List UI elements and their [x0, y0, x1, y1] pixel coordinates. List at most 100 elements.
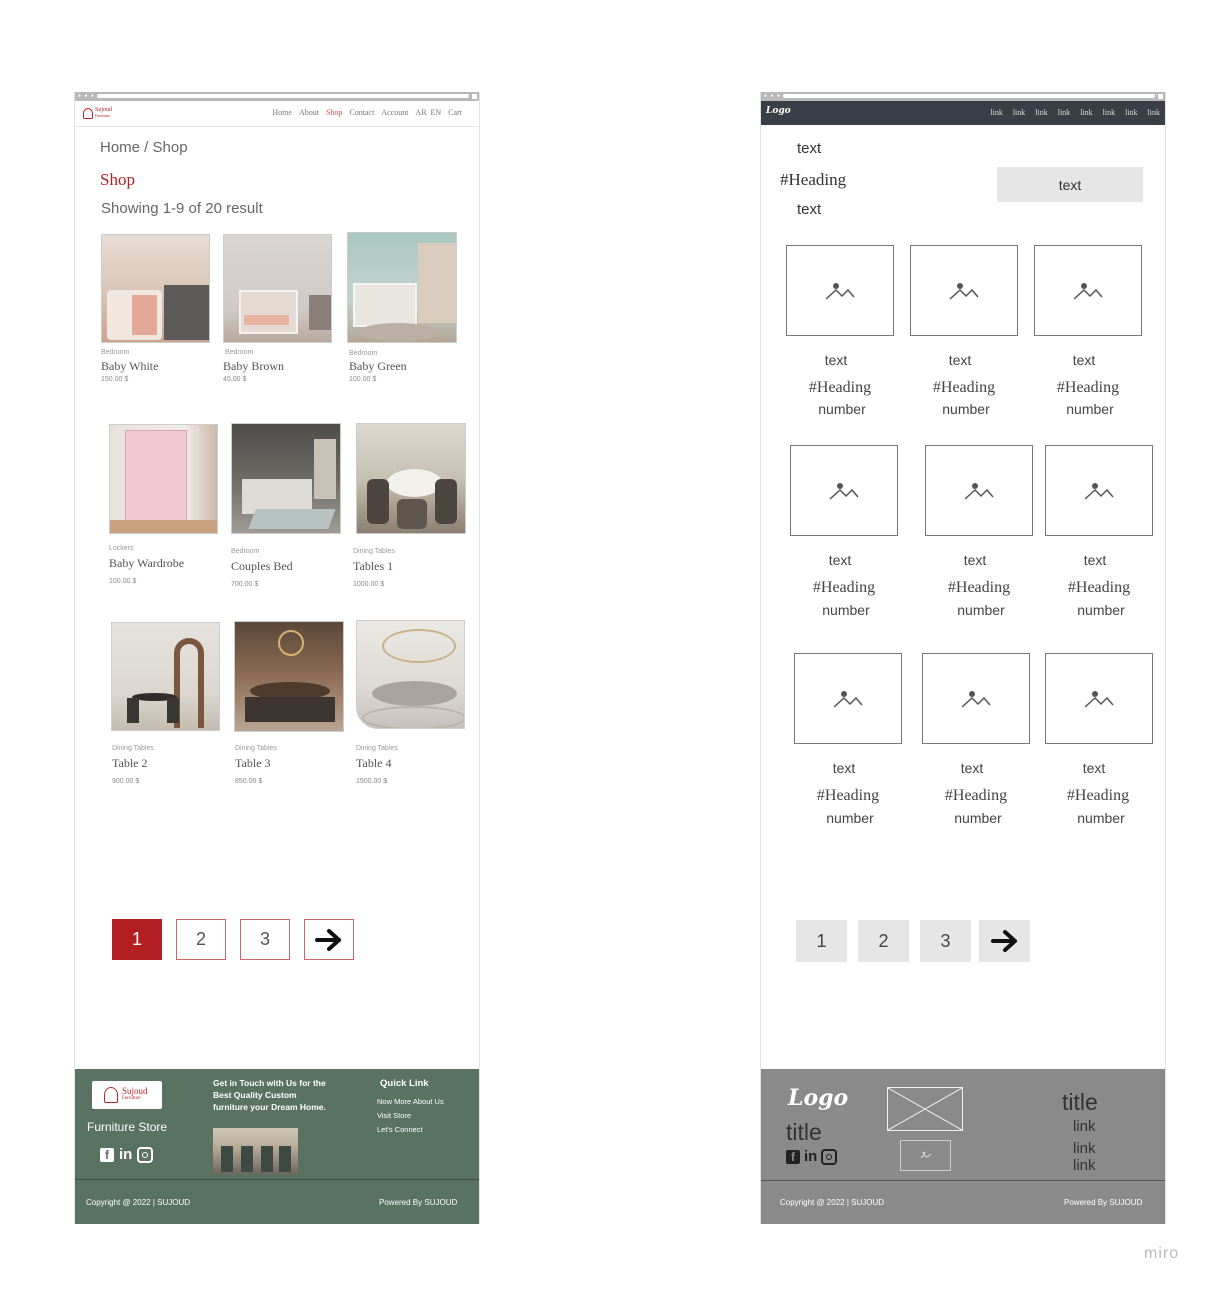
page-1-button[interactable]: 1	[112, 919, 162, 960]
page-2-button[interactable]: 2	[176, 919, 226, 960]
image-placeholder[interactable]	[1034, 245, 1142, 336]
nav-shop[interactable]: Shop	[326, 108, 342, 117]
instagram-icon[interactable]	[137, 1146, 154, 1163]
nav-account[interactable]: Account	[381, 108, 408, 117]
next-page-button[interactable]	[304, 919, 354, 960]
product-image[interactable]	[347, 232, 457, 343]
product-image[interactable]	[101, 234, 210, 343]
top-nav: Logo link link link link link link link …	[761, 101, 1165, 125]
product-category: Bedroom	[231, 548, 260, 555]
card-heading[interactable]: #Heading	[921, 787, 1031, 805]
image-placeholder[interactable]	[1045, 445, 1153, 536]
product-image[interactable]	[356, 620, 465, 729]
image-placeholder[interactable]	[910, 245, 1018, 336]
product-category: Dining Tables	[112, 745, 154, 752]
product-image[interactable]	[111, 622, 220, 731]
product-image[interactable]	[356, 423, 466, 534]
product-image[interactable]	[109, 424, 218, 534]
image-icon	[825, 282, 855, 300]
product-name[interactable]: Baby Wardrobe	[109, 556, 184, 571]
nav-link[interactable]: link	[1125, 108, 1137, 117]
card-heading[interactable]: #Heading	[1044, 579, 1154, 597]
page-1-button[interactable]: 1	[796, 920, 847, 962]
nav-logo[interactable]: Logo	[766, 106, 791, 116]
nav-link[interactable]: link	[1148, 108, 1160, 117]
nav-link[interactable]: link	[1058, 108, 1070, 117]
page-3-button[interactable]: 3	[240, 919, 290, 960]
card-text: text	[960, 760, 984, 776]
quick-link-connect[interactable]: Let's Connect	[377, 1125, 423, 1134]
nav-lang-en[interactable]: EN	[431, 108, 442, 117]
powered-by: Powered By SUJOUD	[379, 1198, 458, 1207]
product-name[interactable]: Baby White	[101, 359, 158, 374]
nav-link[interactable]: link	[1080, 108, 1092, 117]
footer-link[interactable]: link	[1073, 1140, 1096, 1157]
card-heading[interactable]: #Heading	[789, 579, 899, 597]
card-heading[interactable]: #Heading	[1043, 787, 1153, 805]
product-name[interactable]: Table 4	[356, 756, 391, 771]
footer-logo[interactable]: Sujoud Furniture	[92, 1081, 162, 1109]
product-name[interactable]: Table 3	[235, 756, 270, 771]
image-placeholder[interactable]	[922, 653, 1030, 744]
card-number: number	[942, 401, 990, 417]
breadcrumb[interactable]: Home / Shop	[100, 139, 188, 156]
linkedin-icon[interactable]: in	[119, 1146, 132, 1163]
product-image[interactable]	[234, 621, 344, 732]
footer-logo[interactable]: Logo	[788, 1085, 848, 1111]
image-placeholder[interactable]	[790, 445, 898, 536]
page-3-button[interactable]: 3	[920, 920, 971, 962]
nav-link[interactable]: link	[990, 108, 1002, 117]
footer-link[interactable]: link	[1073, 1118, 1096, 1135]
nav-lang-ar[interactable]: AR	[415, 108, 426, 117]
quick-link-about[interactable]: Now More About Us	[377, 1097, 444, 1106]
card-heading[interactable]: #Heading	[785, 379, 895, 397]
card-heading[interactable]: #Heading	[924, 579, 1034, 597]
quick-link-store[interactable]: Visit Store	[377, 1111, 411, 1120]
product-name[interactable]: Table 2	[112, 756, 147, 771]
nav-home[interactable]: Home	[272, 108, 292, 117]
nav-link[interactable]: link	[1013, 108, 1025, 117]
social-icons: f in	[100, 1146, 154, 1163]
product-name[interactable]: Tables 1	[353, 559, 393, 574]
facebook-icon[interactable]: f	[100, 1147, 114, 1162]
instagram-icon[interactable]	[821, 1148, 838, 1165]
page-2-button[interactable]: 2	[858, 920, 909, 962]
nav-link[interactable]: link	[1035, 108, 1047, 117]
wire-sort-button[interactable]: text	[997, 167, 1143, 202]
card-heading[interactable]: #Heading	[1033, 379, 1143, 397]
store-image	[213, 1128, 298, 1174]
facebook-icon[interactable]: f	[786, 1149, 800, 1164]
card-text: text	[828, 552, 852, 568]
footer-link[interactable]: link	[1073, 1157, 1096, 1174]
product-category: Bedroom	[101, 349, 130, 356]
linkedin-icon[interactable]: in	[804, 1148, 817, 1165]
image-icon	[1084, 482, 1114, 500]
image-placeholder[interactable]	[794, 653, 902, 744]
image-placeholder[interactable]	[786, 245, 894, 336]
brand-logo[interactable]: Sujoud Furniture	[83, 107, 112, 119]
image-placeholder[interactable]	[1045, 653, 1153, 744]
wire-result-count: text	[797, 201, 822, 218]
wire-breadcrumb[interactable]: text	[797, 140, 821, 157]
product-name[interactable]: Couples Bed	[231, 559, 293, 574]
copyright: Copyright @ 2022 | SUJOUD	[86, 1198, 191, 1207]
nav-link[interactable]: link	[1103, 108, 1115, 117]
nav-links: link link link link link link link link	[982, 108, 1160, 117]
product-image[interactable]	[223, 234, 332, 343]
arrow-right-icon	[990, 930, 1017, 952]
product-price: 1500.00 $	[356, 778, 388, 785]
brand-emblem-icon	[83, 107, 93, 119]
product-name[interactable]: Baby Green	[349, 359, 407, 374]
next-page-button[interactable]	[979, 920, 1030, 962]
nav-contact[interactable]: Contact	[349, 108, 374, 117]
product-image[interactable]	[231, 423, 341, 534]
image-placeholder	[900, 1140, 951, 1171]
image-placeholder[interactable]	[925, 445, 1033, 536]
card-heading[interactable]: #Heading	[909, 379, 1019, 397]
card-text: text	[948, 352, 972, 368]
card-heading[interactable]: #Heading	[793, 787, 903, 805]
product-name[interactable]: Baby Brown	[223, 359, 284, 374]
nav-about[interactable]: About	[299, 108, 319, 117]
nav-cart[interactable]: Cart	[448, 108, 462, 117]
product-price: 1000.00 $	[353, 581, 385, 588]
